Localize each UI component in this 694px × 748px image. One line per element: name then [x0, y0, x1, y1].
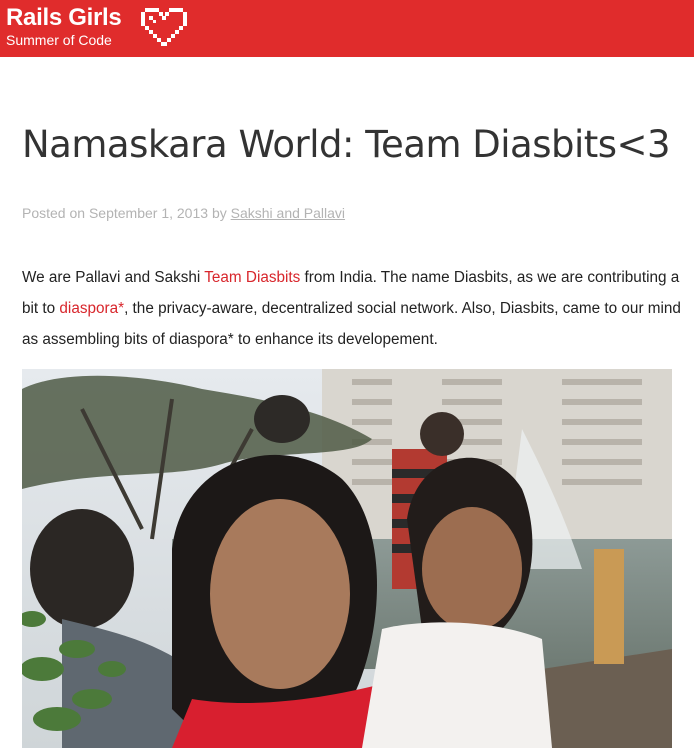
by-label: by	[211, 205, 227, 221]
posted-on-label: Posted on	[22, 205, 86, 221]
post-photo	[22, 369, 672, 748]
pixel-heart-icon	[141, 8, 187, 46]
diaspora-link[interactable]: diaspora*	[59, 300, 124, 317]
site-header: Rails Girls Summer of Code	[0, 0, 694, 57]
logo-name: Rails Girls	[6, 4, 122, 31]
site-logo[interactable]: Rails Girls Summer of Code	[6, 4, 122, 49]
post-title: Namaskara World: Team Diasbits<3	[22, 123, 671, 166]
post-meta: Posted on September 1, 2013 by Sakshi an…	[22, 205, 345, 221]
post-body: We are Pallavi and Sakshi Team Diasbits …	[22, 262, 682, 355]
post-date: September 1, 2013	[88, 205, 209, 221]
body-text-1: We are Pallavi and Sakshi	[22, 269, 205, 286]
team-photo-illustration	[22, 369, 672, 748]
logo-subtitle: Summer of Code	[6, 32, 112, 48]
team-diasbits-link[interactable]: Team Diasbits	[204, 269, 300, 286]
author-link[interactable]: Sakshi and Pallavi	[231, 205, 345, 221]
